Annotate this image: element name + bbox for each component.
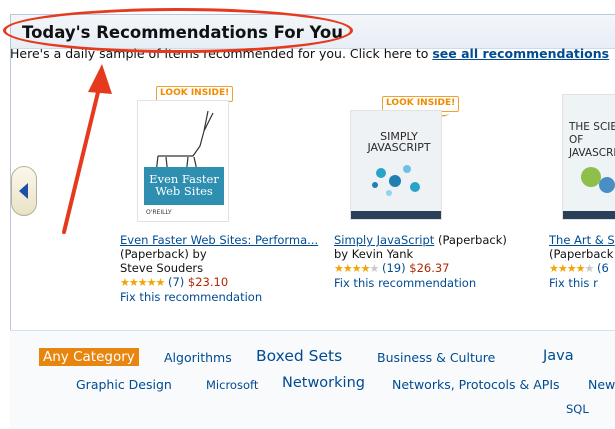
annotation-arrow	[62, 64, 112, 234]
